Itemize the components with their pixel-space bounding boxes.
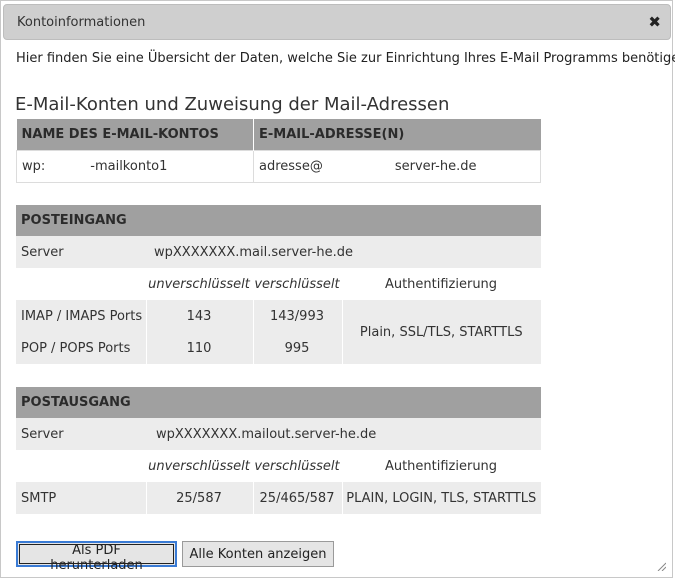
redacted-block: x <box>45 158 91 174</box>
outgoing-col-auth: Authentifizierung <box>384 458 498 474</box>
pop-encrypted: 995 <box>253 332 343 364</box>
accounts-heading: E-Mail-Konten und Zuweisung der Mail-Adr… <box>15 94 450 115</box>
resize-grip-icon[interactable] <box>656 561 666 571</box>
imap-label: IMAP / IMAPS Ports <box>16 300 147 332</box>
pop-label: POP / POPS Ports <box>16 332 147 364</box>
incoming-heading: POSTEINGANG <box>16 205 541 236</box>
redacted-block: x <box>322 158 395 174</box>
incoming-table: POSTEINGANG Server wpXXXXXXX.mail.server… <box>16 205 541 364</box>
incoming-col-auth: Authentifizierung <box>384 276 498 292</box>
show-all-accounts-button[interactable]: Alle Konten anzeigen <box>182 541 334 567</box>
account-name-suffix: -mailkonto1 <box>90 158 168 174</box>
outgoing-server-value: wpXXXXXXX.mailout.server-he.de <box>156 426 377 442</box>
imap-encrypted: 143/993 <box>253 300 343 332</box>
imap-unencrypted: 143 <box>146 300 254 332</box>
col-address-header: E-MAIL-ADRESSE(N) <box>253 119 541 150</box>
close-icon[interactable]: ✖ <box>648 13 661 31</box>
incoming-col-unencrypted: unverschlüsselt <box>148 276 250 292</box>
incoming-col-encrypted: verschlüsselt <box>254 276 340 292</box>
account-address-cell: adresse@xserver-he.de <box>253 149 541 183</box>
dialog-titlebar[interactable]: Kontoinformationen ✖ <box>3 4 671 40</box>
col-account-header: NAME DES E-MAIL-KONTOS <box>16 119 254 150</box>
smtp-label: SMTP <box>16 482 147 514</box>
incoming-server-value: wpXXXXXXX.mail.server-he.de <box>154 244 353 260</box>
account-info-dialog: Kontoinformationen ✖ Hier finden Sie ein… <box>0 0 675 578</box>
smtp-encrypted: 25/465/587 <box>253 482 343 514</box>
accounts-table: NAME DES E-MAIL-KONTOS E-MAIL-ADRESSE(N)… <box>16 119 541 183</box>
outgoing-col-unencrypted: unverschlüsselt <box>148 458 250 474</box>
account-name-prefix: wp: <box>22 158 46 174</box>
pop-unencrypted: 110 <box>146 332 254 364</box>
smtp-auth: PLAIN, LOGIN, TLS, STARTTLS <box>346 490 537 506</box>
outgoing-table: POSTAUSGANG Server wpXXXXXXX.mailout.ser… <box>16 387 541 514</box>
intro-text: Hier finden Sie eine Übersicht der Daten… <box>16 51 675 66</box>
dialog-title: Kontoinformationen <box>17 15 146 30</box>
outgoing-col-encrypted: verschlüsselt <box>254 458 340 474</box>
download-pdf-button[interactable]: Als PDF herunterladen <box>16 541 177 573</box>
incoming-server-label: Server <box>21 244 64 260</box>
address-suffix: server-he.de <box>394 158 477 174</box>
smtp-unencrypted: 25/587 <box>146 482 254 514</box>
address-prefix: adresse@ <box>259 158 323 174</box>
outgoing-heading: POSTAUSGANG <box>16 387 541 418</box>
account-name-cell: wp:x-mailkonto1 <box>16 149 254 183</box>
outgoing-server-label: Server <box>21 426 64 442</box>
incoming-auth-value: Plain, SSL/TLS, STARTTLS <box>359 324 523 340</box>
